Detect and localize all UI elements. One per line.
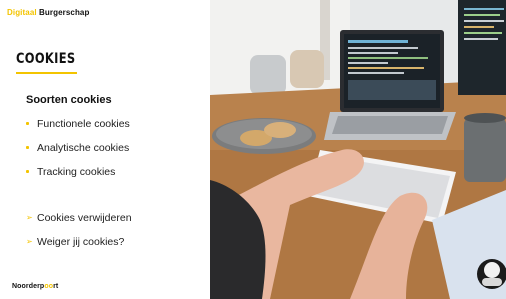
list-item: Analytische cookies: [26, 141, 130, 165]
bullet-icon: [26, 146, 29, 149]
monitor-icon: [458, 0, 506, 95]
cookie-plate-icon: [212, 118, 316, 154]
avatar-icon: [477, 259, 506, 289]
slide: Digitaal Burgerschap COOKIES Soorten coo…: [0, 0, 506, 299]
title-underline: [16, 72, 77, 74]
list-item-label: Analytische cookies: [37, 142, 130, 154]
actions-list: ➢ Cookies verwijderen ➢ Weiger jij cooki…: [26, 211, 132, 259]
arrow-bullet-icon: ➢: [26, 237, 33, 246]
brand-accent-text: Digitaal: [7, 8, 37, 17]
list-item: ➢ Weiger jij cookies?: [26, 235, 132, 259]
cookie-types-list: Functionele cookies Analytische cookies …: [26, 117, 130, 189]
laptop-photo: [210, 0, 506, 299]
list-item-label: Tracking cookies: [37, 166, 116, 178]
list-item-label: Functionele cookies: [37, 118, 130, 130]
brand-main-text: Burgerschap: [36, 8, 90, 17]
list-item: Functionele cookies: [26, 117, 130, 141]
mug-icon: [464, 113, 506, 182]
slide-title: COOKIES: [16, 51, 76, 67]
list-item: Tracking cookies: [26, 165, 130, 189]
section-heading: Soorten cookies: [26, 94, 112, 106]
laptop-icon: [324, 30, 456, 140]
photo-illustration: [210, 0, 506, 299]
list-item-label: Weiger jij cookies?: [37, 236, 125, 248]
bullet-icon: [26, 170, 29, 173]
list-item-label: Cookies verwijderen: [37, 212, 132, 224]
arrow-bullet-icon: ➢: [26, 213, 33, 222]
slide-left-panel: Digitaal Burgerschap COOKIES Soorten coo…: [0, 0, 210, 299]
noorderpoort-logo: Noorderpoort: [12, 283, 59, 290]
brand-header: Digitaal Burgerschap: [7, 8, 89, 17]
list-item: ➢ Cookies verwijderen: [26, 211, 132, 235]
bullet-icon: [26, 122, 29, 125]
